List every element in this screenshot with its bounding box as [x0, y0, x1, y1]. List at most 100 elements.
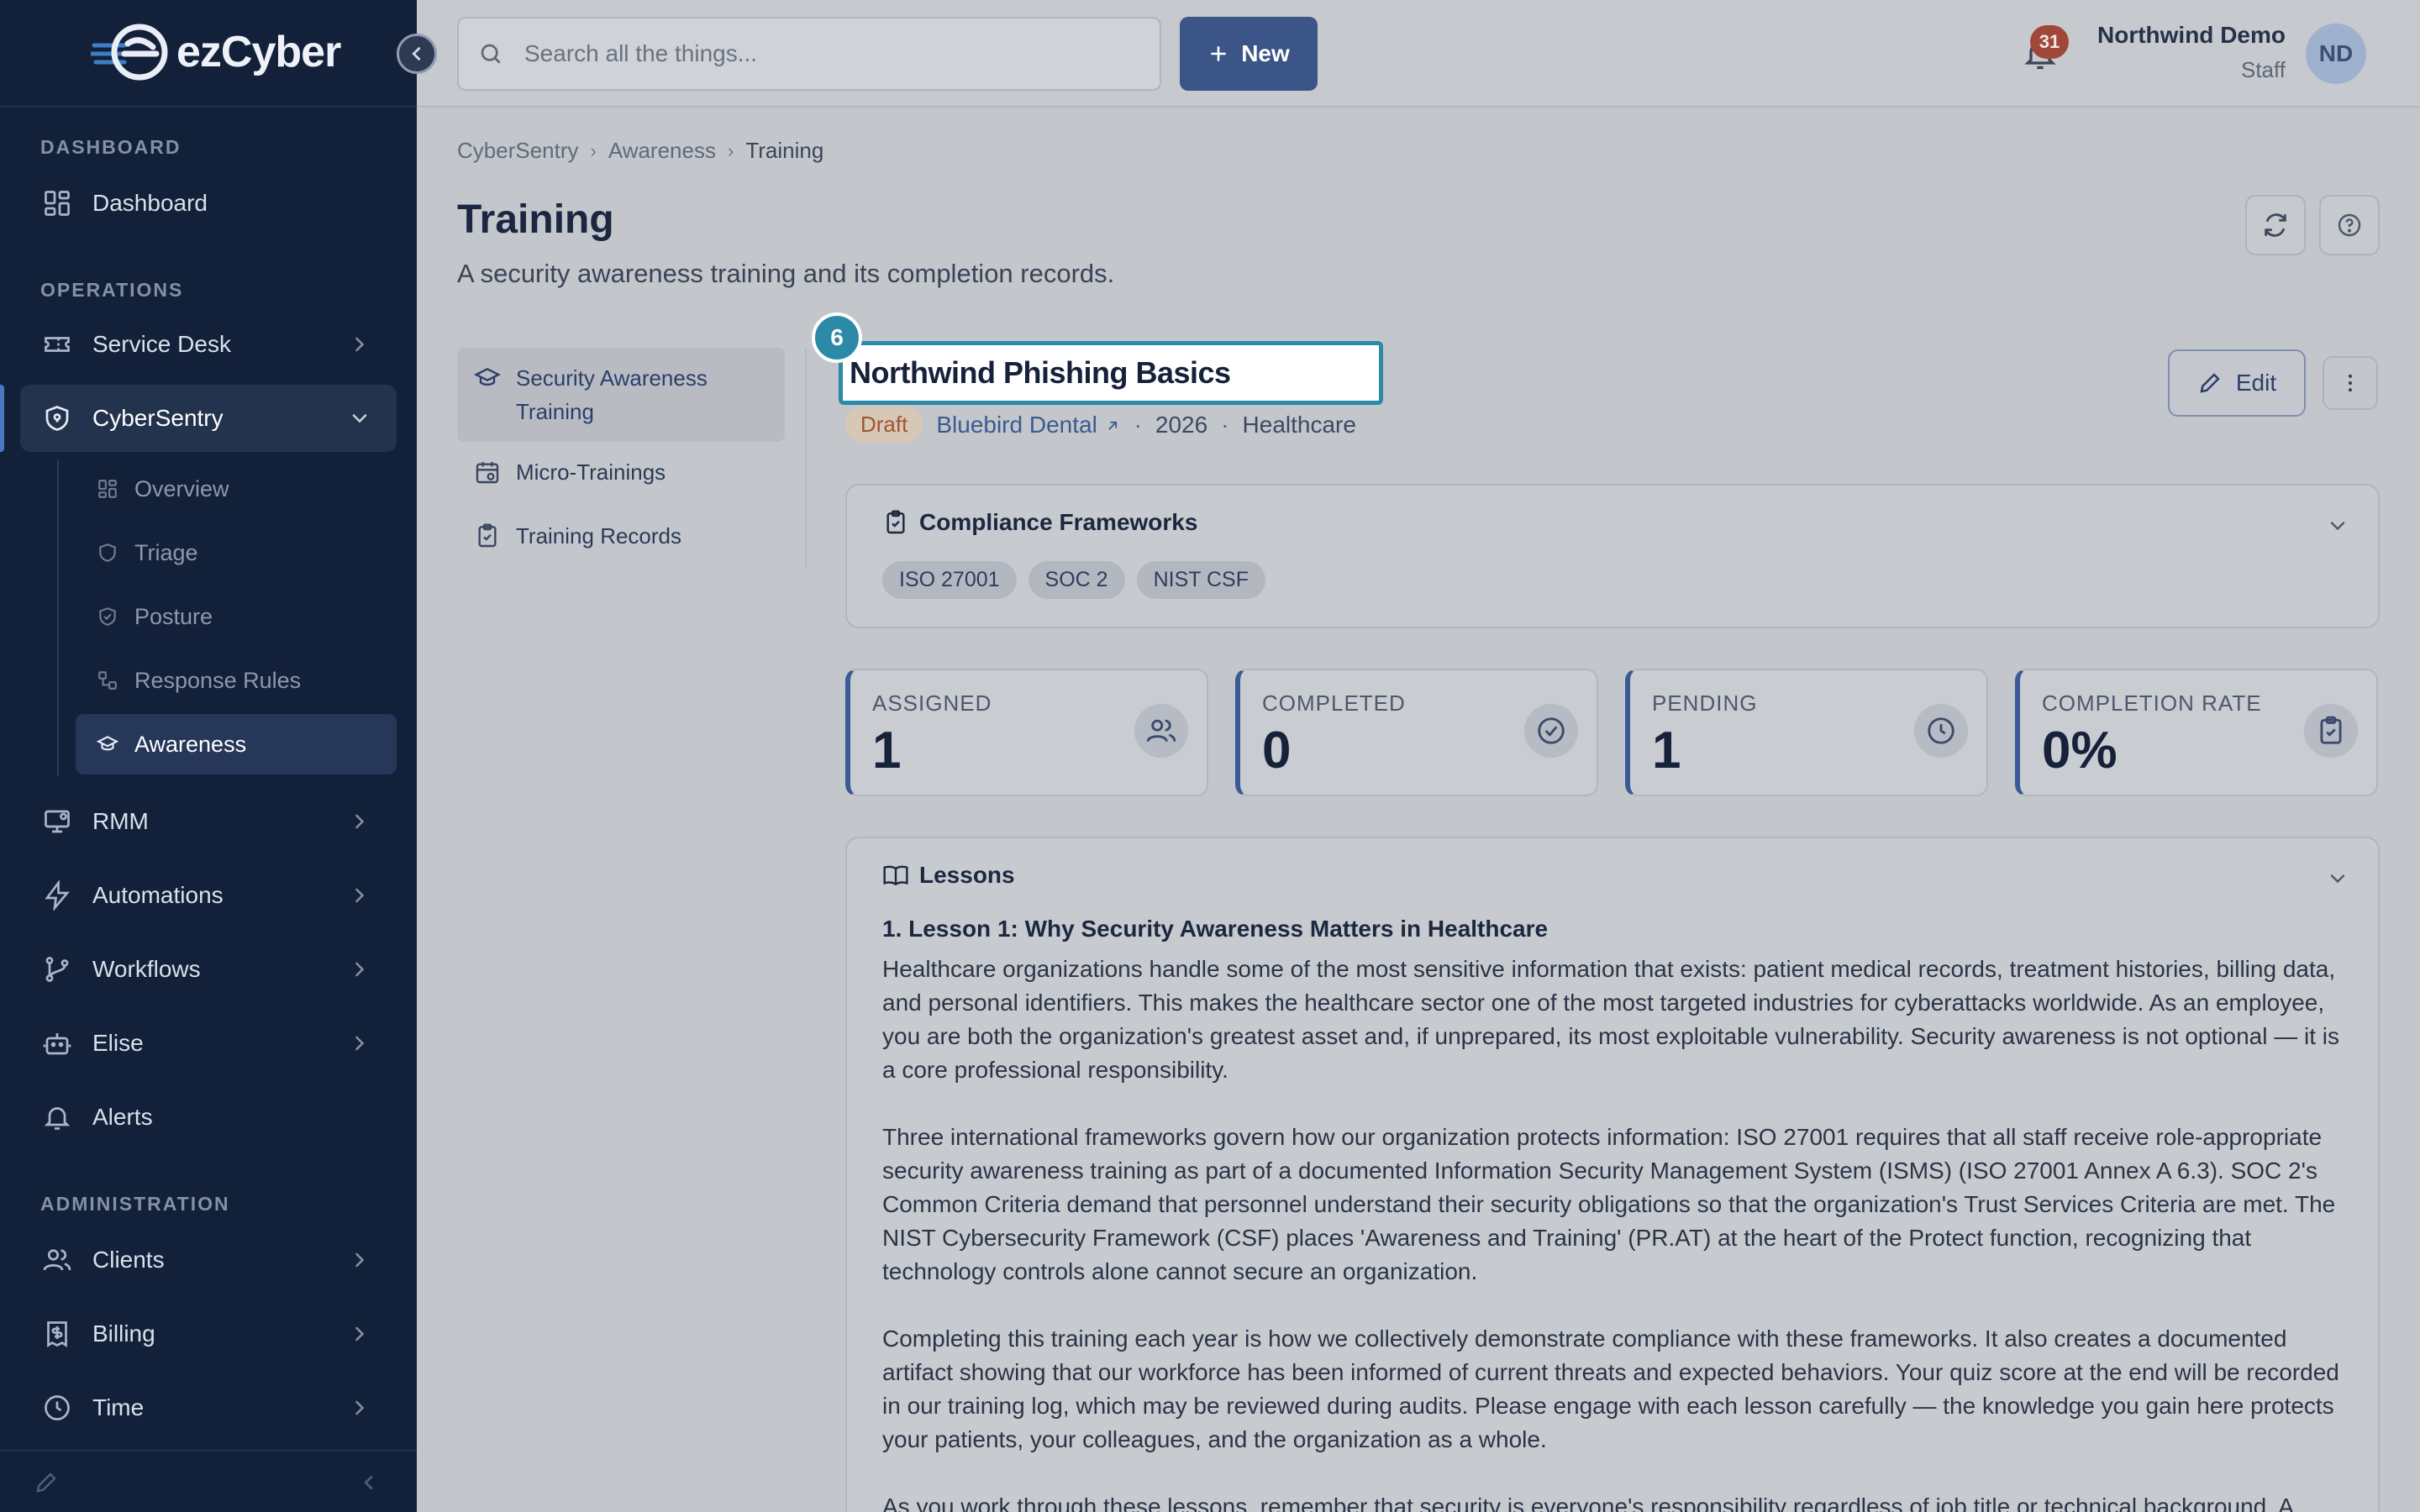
chevron-down-icon	[352, 414, 367, 423]
graduation-cap-icon	[474, 367, 501, 386]
new-button-label: New	[1241, 40, 1290, 66]
plus-icon	[1211, 46, 1226, 61]
breadcrumb-item[interactable]: Awareness	[608, 138, 716, 164]
framework-chip: SOC 2	[1028, 561, 1125, 599]
sidebar-item-label: Service Desk	[92, 331, 231, 357]
app-logo[interactable]: ezCyber	[91, 20, 341, 84]
chevron-down-icon[interactable]	[2326, 867, 2349, 890]
user-role: Staff	[2240, 57, 2286, 82]
sidebar-subitem-label: Overview	[134, 475, 229, 501]
search-input[interactable]	[524, 40, 1113, 67]
active-indicator	[0, 385, 4, 452]
sidebar-item-dashboard[interactable]: Dashboard	[20, 170, 397, 237]
refresh-button[interactable]	[2245, 195, 2306, 255]
shield-check-icon	[96, 605, 119, 628]
tab-label: Training Records	[516, 523, 682, 549]
tab-label: Micro-Trainings	[516, 459, 666, 485]
logo-mark-icon	[91, 24, 168, 81]
book-open-icon	[883, 865, 908, 886]
sidebar-item-service-desk[interactable]: Service Desk	[20, 311, 397, 378]
training-title-highlight[interactable]: Northwind Phishing Basics	[839, 341, 1383, 405]
lesson-paragraph: As you work through these lessons, remem…	[882, 1494, 2294, 1512]
tab-security-awareness-training[interactable]: Security Awareness Training	[457, 348, 785, 442]
submenu-line	[57, 460, 59, 776]
shield-icon	[40, 402, 74, 435]
more-vertical-icon	[2348, 374, 2353, 392]
compliance-frameworks-card: Compliance Frameworks ISO 27001 SOC 2 NI…	[845, 484, 2380, 628]
stat-label: COMPLETION RATE	[2042, 690, 2262, 716]
sidebar-item-cybersentry[interactable]: CyberSentry	[20, 385, 397, 452]
refresh-icon	[2265, 213, 2286, 237]
sidebar-subitem-response-rules[interactable]: Response Rules	[76, 650, 397, 711]
users-icon	[1134, 704, 1188, 758]
sidebar-item-elise[interactable]: Elise	[20, 1010, 397, 1077]
sidebar-item-rmm[interactable]: RMM	[20, 788, 397, 855]
stat-label: ASSIGNED	[872, 690, 992, 716]
sidebar-item-workflows[interactable]: Workflows	[20, 936, 397, 1003]
avatar[interactable]: ND	[2306, 24, 2366, 84]
tab-micro-trainings[interactable]: Micro-Trainings	[457, 442, 785, 502]
stat-card-completed: COMPLETED 0	[1235, 669, 1598, 796]
sidebar-subitem-label: Awareness	[134, 731, 247, 757]
user-name[interactable]: Northwind Demo	[2097, 22, 2286, 49]
collapse-sidebar-button[interactable]	[397, 34, 437, 74]
sidebar-subitem-posture[interactable]: Posture	[76, 586, 397, 647]
top-bar: New 31 Northwind Demo Staff ND	[417, 0, 2420, 108]
search-icon	[481, 44, 501, 64]
stat-value: 0%	[2042, 722, 2118, 780]
tab-training-records[interactable]: Training Records	[457, 506, 785, 566]
training-meta: Draft Bluebird Dental · 2026 · Healthcar…	[845, 407, 1356, 443]
sidebar-item-alerts[interactable]: Alerts	[20, 1084, 397, 1151]
sidebar-item-label: Dashboard	[92, 190, 208, 216]
ticket-icon	[40, 328, 74, 361]
stat-card-assigned: ASSIGNED 1	[845, 669, 1208, 796]
training-industry: Healthcare	[1242, 411, 1356, 438]
client-link[interactable]: Bluebird Dental	[936, 412, 1120, 438]
bell-icon	[40, 1100, 74, 1134]
grid-icon	[40, 186, 74, 220]
sidebar-item-billing[interactable]: Billing	[20, 1300, 397, 1368]
sidebar: ezCyber DASHBOARD Dashboard OPERATIONS S…	[0, 0, 437, 1512]
logo-text: ezCyber	[176, 28, 341, 76]
edit-button[interactable]: Edit	[2168, 349, 2306, 417]
calendar-clock-icon	[476, 462, 499, 484]
chevron-right-icon	[355, 1400, 365, 1415]
search-box[interactable]	[457, 17, 1161, 91]
workflow-icon	[96, 669, 119, 692]
client-name: Bluebird Dental	[936, 411, 1097, 438]
sidebar-item-label: Clients	[92, 1247, 165, 1273]
chevron-down-icon[interactable]	[2326, 514, 2349, 538]
sidebar-subitem-label: Response Rules	[134, 667, 302, 693]
card-header[interactable]: Compliance Frameworks	[882, 509, 1197, 536]
chevron-right-icon	[355, 1326, 365, 1341]
chevron-right-icon	[355, 337, 365, 352]
sidebar-item-clients[interactable]: Clients	[20, 1226, 397, 1294]
lesson-paragraph: Completing this training each year is ho…	[882, 1326, 2339, 1452]
chevron-left-icon[interactable]	[356, 1470, 381, 1495]
chevron-right-icon	[355, 1252, 365, 1268]
clock-icon	[40, 1391, 74, 1425]
sidebar-item-label: Alerts	[92, 1104, 153, 1130]
stat-card-pending: PENDING 1	[1625, 669, 1988, 796]
sidebar-subitem-awareness[interactable]: Awareness	[76, 714, 397, 774]
stat-value: 1	[872, 722, 902, 780]
lesson-title: 1. Lesson 1: Why Security Awareness Matt…	[882, 916, 1549, 942]
clock-icon	[1914, 704, 1968, 758]
sidebar-item-automations[interactable]: Automations	[20, 862, 397, 929]
stat-label: PENDING	[1652, 690, 1758, 716]
sidebar-subitem-triage[interactable]: Triage	[76, 522, 397, 583]
pencil-icon[interactable]	[34, 1470, 59, 1495]
breadcrumb-item[interactable]: CyberSentry	[457, 138, 579, 164]
separator-dot: ·	[1221, 411, 1229, 438]
sidebar-item-time[interactable]: Time	[20, 1374, 397, 1441]
stat-value: 1	[1652, 722, 1681, 780]
check-circle-icon	[1524, 704, 1578, 758]
framework-chip: NIST CSF	[1136, 561, 1266, 599]
chevron-right-icon	[355, 888, 365, 903]
sidebar-subitem-overview[interactable]: Overview	[76, 459, 397, 519]
more-options-button[interactable]	[2323, 356, 2378, 410]
new-button[interactable]: New	[1180, 17, 1318, 91]
card-header[interactable]: Lessons	[882, 862, 1015, 889]
chevron-right-icon	[355, 1036, 365, 1051]
help-button[interactable]	[2319, 195, 2380, 255]
